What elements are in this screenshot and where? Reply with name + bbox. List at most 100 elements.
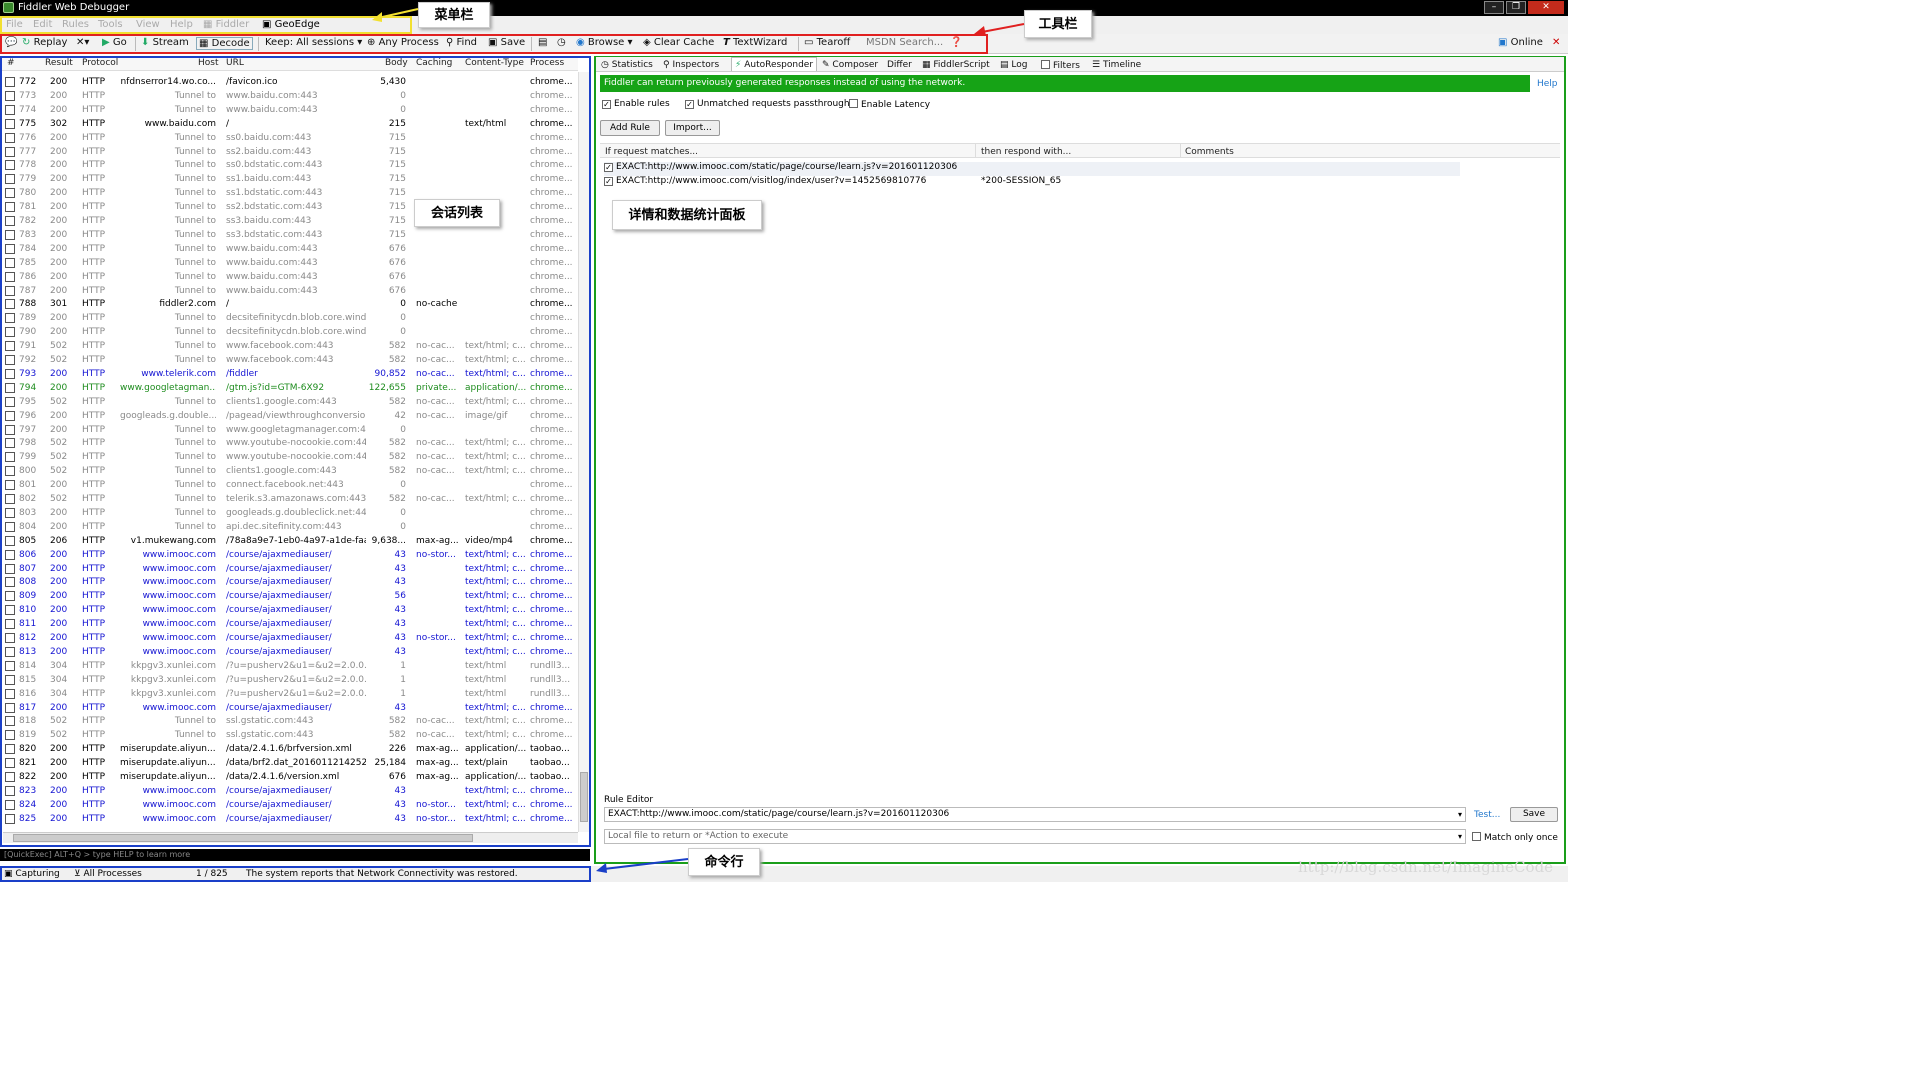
col-host[interactable]: Host [198,58,219,71]
menu-help[interactable]: Help [170,19,193,30]
session-row[interactable]: 804 200 HTTP Tunnel to api.dec.sitefinity.co… [0,520,578,534]
session-row[interactable]: 812 200 HTTP www.imooc.com/course/ajaxmedia… [0,631,578,645]
session-horizontal-scrollbar[interactable] [3,832,578,843]
chevron-down-icon[interactable]: ▾ [1458,810,1462,819]
session-row[interactable]: 788 301 HTTP fiddler2.com / 0 no-cache chrome..… [0,297,578,311]
tab-statistics[interactable]: ◷ Statistics [601,60,653,74]
session-row[interactable]: 787 200 HTTP Tunnel to www.baidu.com:443 676 c… [0,284,578,298]
session-row[interactable]: 775 302 HTTP www.baidu.com / 215 text/html chro… [0,117,578,131]
session-row[interactable]: 778 200 HTTP Tunnel to ss0.bdstatic.com:443 7… [0,158,578,172]
session-row[interactable]: 801 200 HTTP Tunnel to connect.facebook.net:… [0,478,578,492]
col-comments[interactable]: Comments [1185,147,1234,161]
session-row[interactable]: 779 200 HTTP Tunnel to ss1.baidu.com:443 715 c… [0,172,578,186]
rule-save-button[interactable]: Save [1510,807,1558,822]
help-link[interactable]: Help [1537,79,1558,89]
col-caching[interactable]: Caching [416,58,452,71]
browse-button[interactable]: ◉ Browse ▾ [576,37,633,48]
tab-composer[interactable]: ✎ Composer [822,60,878,74]
remove-button[interactable]: ✕▾ [76,37,89,48]
screenshot-icon[interactable]: ▤ [538,37,547,48]
col-result[interactable]: Result [45,58,73,71]
comment-icon[interactable]: 💬 [5,37,17,48]
session-row[interactable]: 802 502 HTTP Tunnel to telerik.s3.amazonaws.… [0,492,578,506]
latency-check[interactable] [849,99,858,108]
session-row[interactable]: 796 200 HTTP googleads.g.double... /pagead/v… [0,409,578,423]
session-row[interactable]: 783 200 HTTP Tunnel to ss3.bdstatic.com:443 7… [0,228,578,242]
restore-button[interactable]: ❐ [1506,1,1526,14]
close-button[interactable]: ✕ [1528,1,1564,14]
action-input[interactable]: Local file to return or *Action to execu… [604,829,1466,844]
find-button[interactable]: ⚲ Find [446,37,477,48]
col-request-matches[interactable]: If request matches... [605,147,698,161]
session-row[interactable]: 810 200 HTTP www.imooc.com/course/ajaxmedia… [0,603,578,617]
enable-rules-checkbox[interactable]: ✓ Enable rules [602,99,670,109]
col-content-type[interactable]: Content-Type [465,58,524,71]
session-row[interactable]: 813 200 HTTP www.imooc.com/course/ajaxmedia… [0,645,578,659]
col-body[interactable]: Body [385,58,408,71]
session-row[interactable]: 818 502 HTTP Tunnel to ssl.gstatic.com:443 58… [0,714,578,728]
test-link[interactable]: Test... [1474,810,1500,820]
session-row[interactable]: 822 200 HTTP miserupdate.aliyun.... /data/2.… [0,770,578,784]
tab-fiddlerscript[interactable]: ▦ FiddlerScript [922,60,990,74]
session-row[interactable]: 824 200 HTTP www.imooc.com/course/ajaxmedia… [0,798,578,812]
session-row[interactable]: 785 200 HTTP Tunnel to www.baidu.com:443 676 c… [0,256,578,270]
session-row[interactable]: 819 502 HTTP Tunnel to ssl.gstatic.com:443 58… [0,728,578,742]
timer-icon[interactable]: ◷ [557,37,566,48]
session-row[interactable]: 784 200 HTTP Tunnel to www.baidu.com:443 676 c… [0,242,578,256]
tab-timeline[interactable]: ☰ Timeline [1092,60,1141,74]
session-vertical-scrollbar[interactable] [578,72,589,832]
session-row[interactable]: 807 200 HTTP www.imooc.com/course/ajaxmedia… [0,562,578,576]
session-row[interactable]: 825 200 HTTP www.imooc.com/course/ajaxmedia… [0,812,578,826]
menu-tools[interactable]: Tools [98,19,123,30]
enable-rules-check[interactable]: ✓ [602,100,611,109]
session-row[interactable]: 823 200 HTTP www.imooc.com/course/ajaxmedia… [0,784,578,798]
tab-filters[interactable]: Filters [1041,60,1080,74]
help-icon[interactable]: ❓ [950,37,962,48]
session-row[interactable]: 800 502 HTTP Tunnel to clients1.google.com:4… [0,464,578,478]
session-row[interactable]: 808 200 HTTP www.imooc.com/course/ajaxmedia… [0,575,578,589]
match-once-check[interactable] [1472,832,1481,841]
menu-edit[interactable]: Edit [33,19,52,30]
session-row[interactable]: 815 304 HTTP kkpgv3.xunlei.com /?u=pusherv2&… [0,673,578,687]
session-row[interactable]: 790 200 HTTP Tunnel to decsitefinitycdn.blob… [0,325,578,339]
scroll-thumb[interactable] [580,772,588,822]
clear-cache-button[interactable]: ◈ Clear Cache [643,37,714,48]
session-row[interactable]: 814 304 HTTP kkpgv3.xunlei.com /?u=pusherv2&… [0,659,578,673]
msdn-search-input[interactable]: MSDN Search... [866,37,943,48]
quickexec-input[interactable]: [QuickExec] ALT+Q > type HELP to learn m… [0,849,590,861]
menu-fiddler[interactable]: ▦ Fiddler [203,19,249,30]
tab-autoresponder[interactable]: ⚡ AutoResponder [731,57,818,71]
rule-match-input[interactable]: EXACT:http://www.imooc.com/static/page/c… [604,807,1466,822]
session-row[interactable]: 816 304 HTTP kkpgv3.xunlei.com /?u=pusherv2&… [0,687,578,701]
session-row[interactable]: 774 200 HTTP Tunnel to www.baidu.com:443 0 chr… [0,103,578,117]
col-process[interactable]: Process [530,58,564,71]
session-row[interactable]: 793 200 HTTP www.telerik.com/fiddler 90,852 n… [0,367,578,381]
session-row[interactable]: 794 200 HTTP www.googletagman... /gtm.js?id=… [0,381,578,395]
col-url[interactable]: URL [226,58,244,71]
capturing-toggle[interactable]: ▣ Capturing [4,869,60,879]
session-row[interactable]: 799 502 HTTP Tunnel to www.youtube-nocookie.… [0,450,578,464]
match-once-checkbox[interactable]: Match only once [1472,832,1558,843]
tab-inspectors[interactable]: ⚲ Inspectors [663,60,719,74]
col-number[interactable]: # [7,58,15,71]
replay-button[interactable]: ↻ Replay [22,37,67,48]
session-row[interactable]: 820 200 HTTP miserupdate.aliyun.... /data/2.… [0,742,578,756]
session-row[interactable]: 789 200 HTTP Tunnel to decsitefinitycdn.blob… [0,311,578,325]
any-process-button[interactable]: ⊕ Any Process [367,37,439,48]
session-row[interactable]: 806 200 HTTP www.imooc.com/course/ajaxmedia… [0,548,578,562]
tab-differ[interactable]: Differ [887,60,912,74]
tab-log[interactable]: ▤ Log [1000,60,1027,74]
keep-sessions-dropdown[interactable]: Keep: All sessions ▾ [265,37,362,48]
textwizard-button[interactable]: T TextWizard [723,37,787,48]
session-row[interactable]: 798 502 HTTP Tunnel to www.youtube-nocookie.… [0,436,578,450]
col-protocol[interactable]: Protocol [82,58,118,71]
rule-enabled-checkbox[interactable]: ✓ [604,177,613,186]
col-respond-with[interactable]: then respond with... [981,147,1071,161]
session-row[interactable]: 795 502 HTTP Tunnel to clients1.google.com:4… [0,395,578,409]
session-row[interactable]: 821 200 HTTP miserupdate.aliyun.... /data/br… [0,756,578,770]
menu-geoedge[interactable]: ▣ GeoEdge [262,19,320,30]
session-row[interactable]: 805 206 HTTP v1.mukewang.com/78a8a9e7-1eb0-… [0,534,578,548]
session-row[interactable]: 791 502 HTTP Tunnel to www.facebook.com:443 5… [0,339,578,353]
chevron-down-icon[interactable]: ▾ [1458,832,1462,841]
add-rule-button[interactable]: Add Rule [600,120,660,136]
